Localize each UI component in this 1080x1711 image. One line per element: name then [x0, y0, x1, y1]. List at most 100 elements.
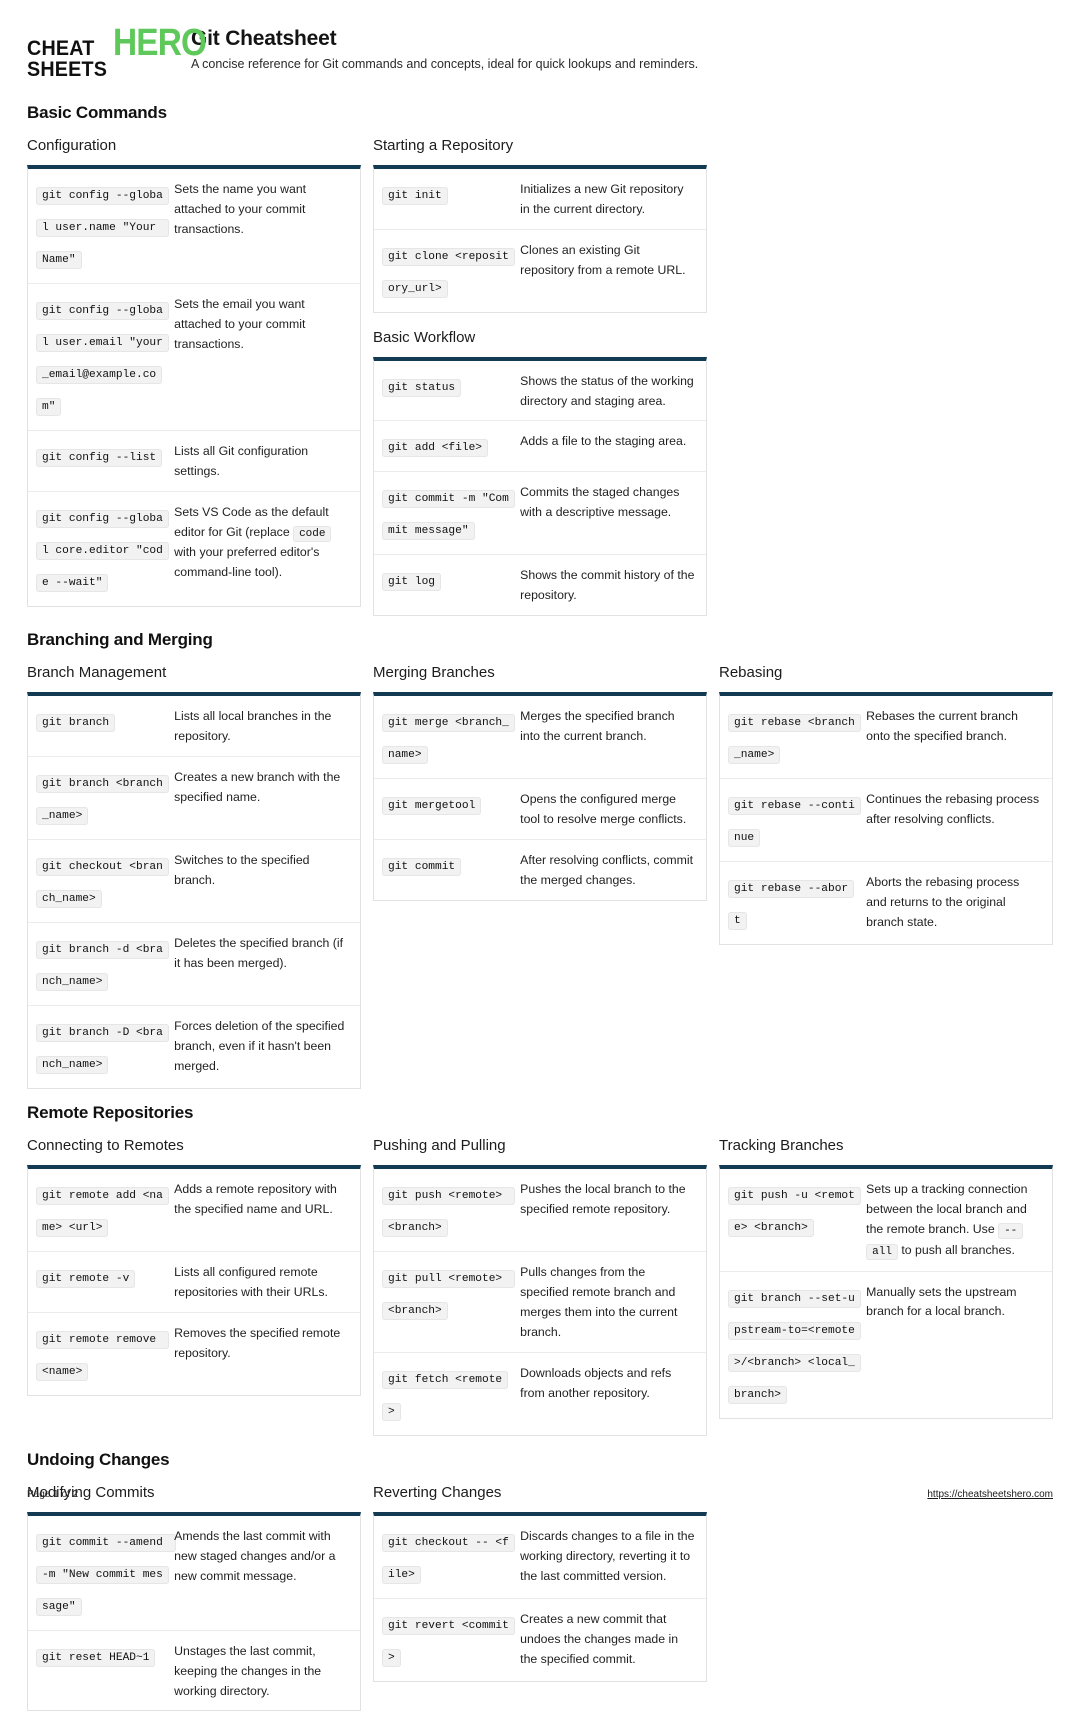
group-title: Connecting to Remotes: [27, 1137, 184, 1155]
inline-code: code: [293, 525, 332, 542]
description-cell: Sets the email you want attached to your…: [174, 296, 306, 351]
group-title: Merging Branches: [373, 664, 495, 682]
command-cell: git status: [382, 370, 520, 402]
sections-container: Basic Commands Configuration git config --…: [27, 103, 1053, 1711]
table-row: git mergetool Opens the configured merge …: [374, 778, 706, 839]
section-column: Pushing and Pulling git push <remote> <br…: [373, 1137, 707, 1436]
section-title: Basic Commands: [27, 102, 167, 122]
description-cell: Shows the status of the working director…: [520, 373, 694, 408]
command-cell: git rebase --continue: [728, 788, 866, 852]
command-code: git pull <remote> <branch>: [382, 1270, 515, 1321]
command-code: git fetch <remote>: [382, 1370, 509, 1421]
brand-logo-text: CHEAT SHEETS: [27, 38, 107, 81]
cheatsheet-page: CHEAT SHEETS HERO Git Cheatsheet A conci…: [0, 0, 1080, 1711]
section-column: Branch Management git branch Lists all loc…: [27, 664, 361, 1090]
command-table: git branch Lists all local branches in th…: [27, 692, 361, 1090]
command-cell: git fetch <remote>: [382, 1362, 520, 1426]
description-cell: Rebases the current branch onto the spec…: [866, 709, 1018, 744]
description-cell: Lists all local branches in the reposito…: [174, 709, 332, 744]
table-row: git status Shows the status of the workin…: [374, 361, 706, 421]
table-row: git clone <repository_url> Clones an exis…: [374, 228, 706, 312]
description-cell: Sets VS Code as the default editor for G…: [174, 501, 350, 584]
table-row: git checkout -- <file> Discards changes t…: [374, 1516, 706, 1598]
command-cell: git push <remote> <branch>: [382, 1178, 520, 1242]
command-cell: git branch --set-upstream-to=<remote>/<b…: [728, 1281, 866, 1409]
description-cell: Removes the specified remote repository.: [174, 1325, 341, 1360]
command-code: git branch: [36, 714, 116, 733]
command-cell: git config --global user.name "Your Name…: [36, 178, 174, 274]
command-cell: git clone <repository_url>: [382, 239, 520, 303]
footer-site-link[interactable]: https://cheatsheetshero.com: [927, 1489, 1053, 1500]
command-code: git commit --amend -m "New commit messag…: [36, 1533, 176, 1616]
command-table: git status Shows the status of the workin…: [373, 356, 707, 617]
command-code: git config --list: [36, 448, 163, 467]
command-cell: git add <file>: [382, 430, 520, 462]
description-cell: Adds a file to the staging area.: [520, 434, 687, 449]
group-block: Tracking Branches git push -u <remote> <b…: [719, 1137, 1053, 1419]
command-cell: git config --global core.editor "code --…: [36, 501, 174, 597]
command-code: git checkout <branch_name>: [36, 858, 169, 909]
group-block: Branch Management git branch Lists all loc…: [27, 664, 361, 1090]
group-block: Configuration git config --global user.na…: [27, 137, 361, 607]
command-table: git rebase <branch_name> Rebases the curr…: [719, 692, 1053, 946]
command-code: git remote -v: [36, 1270, 136, 1289]
section-column: Configuration git config --global user.na…: [27, 137, 361, 607]
command-cell: git commit --amend -m "New commit messag…: [36, 1525, 176, 1621]
command-cell: git branch -d <branch_name>: [36, 932, 174, 996]
command-code: git init: [382, 186, 448, 205]
command-code: git log: [382, 573, 441, 592]
table-row: git remote remove <name> Removes the spec…: [28, 1311, 360, 1395]
command-cell: git branch <branch_name>: [36, 766, 174, 830]
section: Remote Repositories Connecting to Remotes…: [27, 1103, 1053, 1436]
section: Branching and Merging Branch Management gi…: [27, 630, 1053, 1090]
description-cell: Deletes the specified branch (if it has …: [174, 936, 343, 970]
table-row: git commit After resolving conflicts, com…: [374, 839, 706, 900]
description-cell: Sets the name you want attached to your …: [174, 181, 307, 236]
command-code: git merge <branch_name>: [382, 714, 515, 765]
command-table: git config --global user.name "Your Name…: [27, 164, 361, 607]
description-cell: Creates a new commit that undoes the cha…: [520, 1611, 679, 1666]
table-row: git fetch <remote> Downloads objects and …: [374, 1351, 706, 1435]
command-code: git status: [382, 378, 462, 397]
command-table: git remote add <name> <url> Adds a remote…: [27, 1165, 361, 1396]
section-columns: Branch Management git branch Lists all loc…: [27, 664, 1053, 1090]
table-row: git commit -m "Commit message" Commits th…: [374, 471, 706, 554]
table-row: git remote add <name> <url> Adds a remote…: [28, 1169, 360, 1251]
description-cell: Downloads objects and refs from another …: [520, 1365, 672, 1400]
command-code: git clone <repository_url>: [382, 247, 515, 298]
command-cell: git rebase <branch_name>: [728, 705, 866, 769]
page-title: Git Cheatsheet: [191, 27, 337, 50]
description-text: to push all branches.: [897, 1242, 1015, 1257]
command-cell: git pull <remote> <branch>: [382, 1261, 520, 1325]
command-cell: git remote add <name> <url>: [36, 1178, 174, 1242]
group-block: Rebasing git rebase <branch_name> Rebases …: [719, 664, 1053, 946]
section-columns: Connecting to Remotes git remote add <nam…: [27, 1137, 1053, 1436]
group-title: Starting a Repository: [373, 136, 514, 154]
section-column: Starting a Repository git init Initializes…: [373, 137, 707, 617]
table-row: git branch Lists all local branches in th…: [28, 696, 360, 756]
command-code: git config --global user.name "Your Name…: [36, 186, 169, 269]
description-cell: Discards changes to a file in the workin…: [520, 1528, 695, 1583]
command-code: git reset HEAD~1: [36, 1648, 156, 1667]
description-cell: Manually sets the upstream branch for a …: [866, 1284, 1017, 1319]
command-code: git add <file>: [382, 439, 488, 458]
description-cell: After resolving conflicts, commit the me…: [520, 853, 694, 887]
command-code: git checkout -- <file>: [382, 1533, 515, 1584]
description-cell: Forces deletion of the specified branch,…: [174, 1019, 345, 1073]
table-row: git remote -v Lists all configured remote…: [28, 1251, 360, 1312]
section-column: Modifying Commits git commit --amend -m "…: [27, 1484, 361, 1711]
command-code: git push -u <remote> <branch>: [728, 1187, 861, 1238]
command-code: git rebase <branch_name>: [728, 714, 861, 765]
table-row: git branch -d <branch_name> Deletes the s…: [28, 922, 360, 1005]
group-block: Basic Workflow git status Shows the status…: [373, 329, 707, 617]
table-row: git log Shows the commit history of the r…: [374, 554, 706, 615]
command-cell: git remote remove <name>: [36, 1322, 174, 1386]
description-cell: Opens the configured merge tool to resol…: [520, 792, 687, 827]
description-cell: Clones an existing Git repository from a…: [520, 242, 686, 277]
description-text: with your preferred editor's command-lin…: [174, 545, 320, 580]
group-block: Starting a Repository git init Initializes…: [373, 137, 707, 313]
table-row: git branch -D <branch_name> Forces deleti…: [28, 1005, 360, 1088]
table-row: git rebase <branch_name> Rebases the curr…: [720, 696, 1052, 778]
command-cell: git log: [382, 564, 520, 596]
description-cell: Merges the specified branch into the cur…: [520, 709, 675, 744]
